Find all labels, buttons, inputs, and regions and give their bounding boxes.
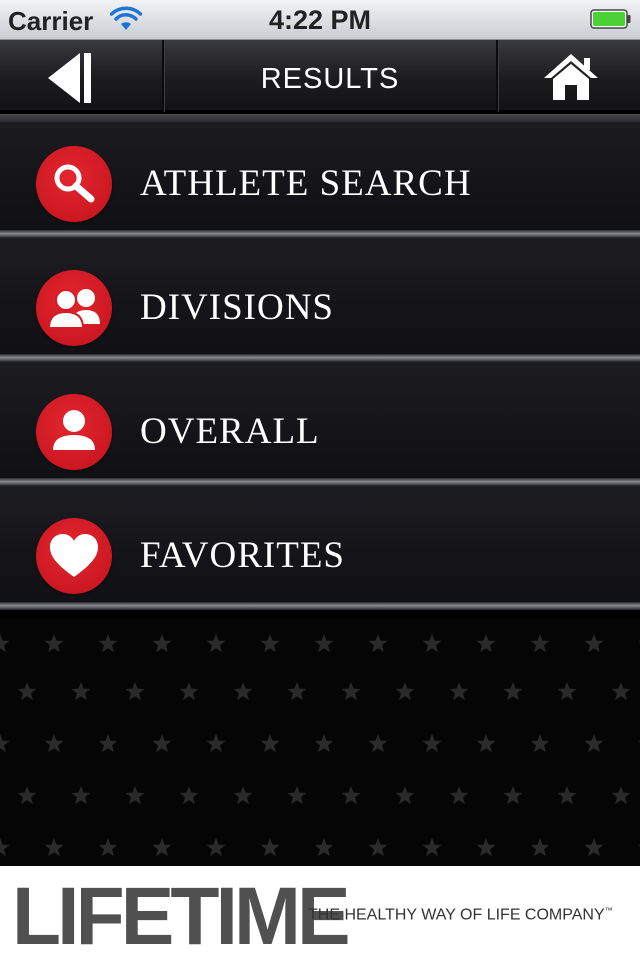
menu-item-label: ATHLETE SEARCH [140,163,472,204]
star-icon [530,634,550,653]
star-icon [179,682,199,701]
star-icon [44,734,64,753]
star-icon [260,634,280,653]
brand-tagline: THE HEALTHY WAY OF LIFE COMPANY™ [308,906,613,924]
star-icon [233,682,253,701]
star-icon [395,682,415,701]
home-button[interactable] [498,40,640,112]
star-icon [584,634,604,653]
star-icon [368,734,388,753]
menu-item-label: DIVISIONS [140,287,334,328]
status-time: 4:22 PM [268,5,372,35]
star-icon [98,634,118,653]
star-icon [71,786,91,805]
battery-icon [590,9,631,29]
star-icon [125,682,145,701]
star-icon [0,838,10,857]
star-icon [125,786,145,805]
star-icon [476,838,496,857]
star-pattern [0,634,640,857]
star-icon [260,734,280,753]
star-icon [0,634,10,653]
star-icon [449,786,469,805]
star-icon [287,786,307,805]
menu-item-label: FAVORITES [140,535,346,576]
star-icon [152,634,172,653]
star-icon [152,838,172,857]
person-icon [36,394,112,470]
menu-item-favorites[interactable]: FAVORITES [0,486,640,610]
group-icon [36,270,112,346]
menu-item-label: OVERALL [140,411,320,452]
star-icon [476,734,496,753]
star-icon [422,838,442,857]
star-icon [341,786,361,805]
star-icon [179,786,199,805]
star-icon [17,786,37,805]
status-bar: Carrier 4:22 PM [0,0,640,40]
back-button[interactable] [0,40,162,112]
menu-item-athlete-search[interactable]: ATHLETE SEARCH [0,114,640,238]
star-icon [314,838,334,857]
star-icon [260,838,280,857]
star-icon [314,634,334,653]
star-icon [287,682,307,701]
home-icon [544,54,598,100]
star-icon [98,838,118,857]
star-icon [152,734,172,753]
star-icon [206,634,226,653]
star-icon [557,786,577,805]
star-icon [395,786,415,805]
brand-logo: LIFETIME [12,871,351,960]
star-icon [368,634,388,653]
star-icon [71,682,91,701]
star-icon [584,838,604,857]
star-icon [44,634,64,653]
results-menu: ATHLETE SEARCH DIVISIONS OVERALL FAVORIT… [0,114,640,610]
menu-item-overall[interactable]: OVERALL [0,362,640,486]
search-icon [36,146,112,222]
star-icon [44,838,64,857]
star-icon [476,634,496,653]
star-icon [0,734,10,753]
star-icon [557,682,577,701]
star-background [0,618,640,866]
star-icon [314,734,334,753]
star-icon [422,734,442,753]
star-icon [206,734,226,753]
star-icon [17,682,37,701]
star-icon [611,682,631,701]
star-icon [611,786,631,805]
page-title: RESULTS [260,63,400,95]
star-icon [503,786,523,805]
star-icon [368,838,388,857]
star-icon [584,734,604,753]
heart-icon [36,518,112,594]
nav-bar: RESULTS [0,40,640,112]
star-icon [530,838,550,857]
star-icon [530,734,550,753]
footer-banner: LIFETIME THE HEALTHY WAY OF LIFE COMPANY… [0,866,640,960]
star-icon [98,734,118,753]
star-icon [233,786,253,805]
menu-item-divisions[interactable]: DIVISIONS [0,238,640,362]
star-icon [503,682,523,701]
star-icon [206,838,226,857]
back-arrow-icon [48,53,91,103]
star-icon [449,682,469,701]
star-icon [422,634,442,653]
star-icon [341,682,361,701]
